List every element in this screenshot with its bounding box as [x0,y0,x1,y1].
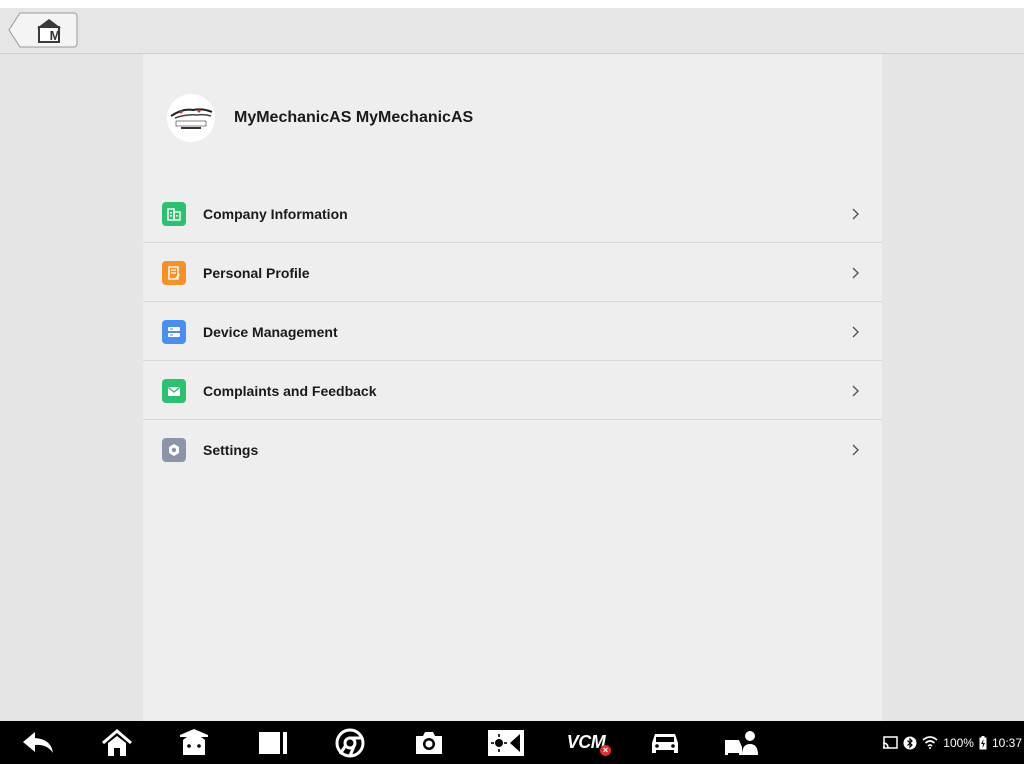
menu-item-personal-profile[interactable]: Personal Profile [143,243,882,302]
recent-apps-icon [259,731,287,754]
home-button-letter: M [49,28,61,43]
menu-item-label: Device Management [203,323,338,340]
building-icon [162,201,186,226]
battery-percent: 100% [943,735,974,750]
back-button[interactable] [16,721,60,764]
profile-name: MyMechanicAS MyMechanicAS [234,109,474,126]
display-brightness-button[interactable] [484,721,528,764]
home-button-frame [8,12,78,48]
menu-item-settings[interactable]: Settings [143,420,882,479]
chevron-right-icon [852,385,859,396]
gear-icon [162,437,186,462]
profile-icon [162,260,186,285]
camera-button[interactable] [407,721,451,764]
browser-button[interactable] [328,721,372,764]
chevron-right-icon [852,267,859,278]
battery-charging-icon [979,735,987,750]
brightness-icon [488,729,524,756]
vcm-button[interactable]: VCM × [558,721,614,764]
menu-item-label: Company Information [203,205,348,222]
wifi-icon [922,736,938,749]
android-button[interactable] [172,721,216,764]
system-navigation-bar: VCM × 100% 10:37 [0,721,1024,764]
mechanic-logo-icon [170,108,213,129]
menu-item-label: Complaints and Feedback [203,382,377,399]
menu-item-device-management[interactable]: Device Management [143,302,882,361]
profile-header[interactable]: MyMechanicAS MyMechanicAS [167,94,473,142]
menu-item-company-information[interactable]: Company Information [143,184,882,243]
recent-apps-button[interactable] [251,721,295,764]
vehicle-button[interactable] [643,721,687,764]
menu-item-label: Personal Profile [203,264,310,281]
android-icon [180,728,208,755]
home-icon [102,728,132,756]
menu-item-complaints-feedback[interactable]: Complaints and Feedback [143,361,882,420]
chrome-icon [335,728,365,757]
vcm-disconnected-icon: × [600,745,611,756]
header-bar: M [0,8,1024,54]
chevron-right-icon [852,326,859,337]
chevron-right-icon [852,208,859,219]
menu-item-label: Settings [203,441,259,458]
avatar[interactable] [167,94,215,142]
car-icon [652,733,678,753]
settings-menu: Company Information Personal Profile Dev… [143,184,882,479]
back-arrow-icon [23,731,53,753]
remote-expert-button[interactable] [720,721,764,764]
camera-icon [416,731,442,754]
bluetooth-icon [903,736,917,750]
device-icon [162,319,186,344]
clock-time: 10:37 [991,735,1022,750]
chevron-right-icon [852,444,859,455]
status-bar: 100% 10:37 [882,721,1022,764]
cast-icon [882,735,899,750]
mail-icon [162,378,186,403]
account-panel: MyMechanicAS MyMechanicAS Company Inform… [143,54,882,721]
home-button[interactable]: M [8,12,78,48]
mechanic-car-icon [725,730,758,755]
top-strip [0,0,1024,8]
home-nav-button[interactable] [95,721,139,764]
